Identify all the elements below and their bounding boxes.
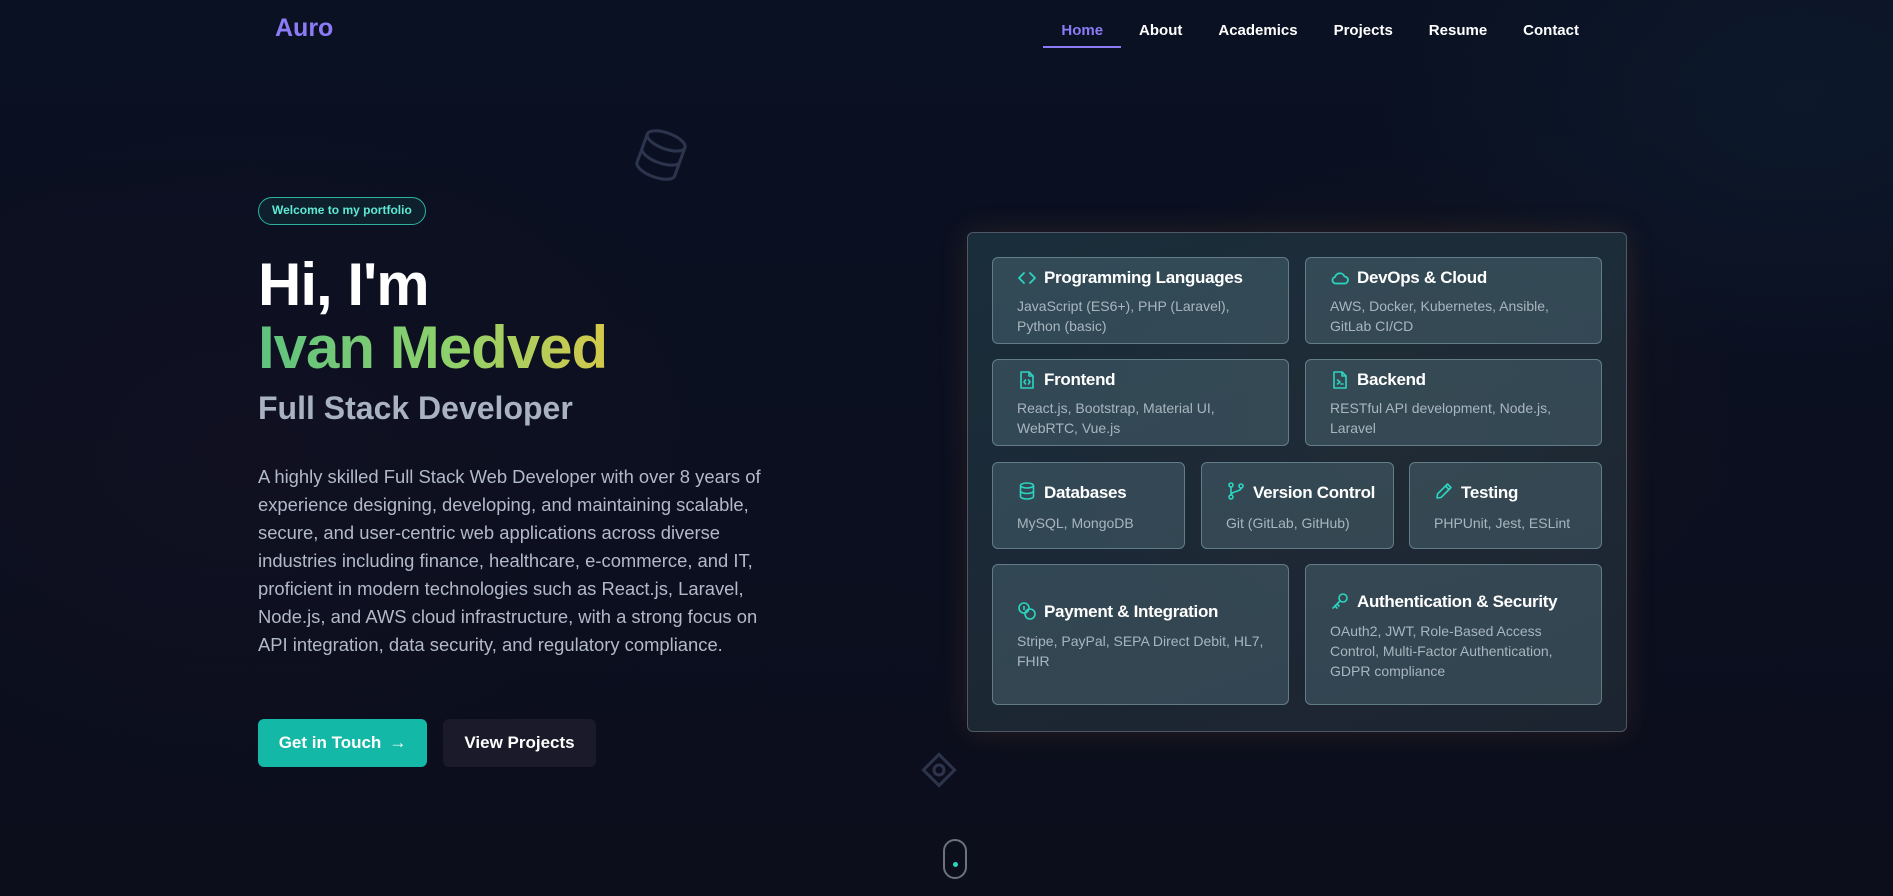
database-icon: [1019, 482, 1035, 500]
nav-link-academics[interactable]: Academics: [1200, 22, 1315, 48]
skill-title: Backend: [1357, 370, 1426, 389]
get-in-touch-button[interactable]: Get in Touch →: [258, 719, 427, 767]
floating-chip-icon: [921, 752, 957, 788]
skill-card-frontend: Frontend React.js, Bootstrap, Material U…: [992, 359, 1289, 446]
floating-database-icon: [635, 129, 687, 181]
code-icon: [1018, 272, 1036, 284]
nav-link-home[interactable]: Home: [1043, 22, 1121, 48]
skill-text: Git (GitLab, GitHub): [1226, 515, 1350, 531]
scroll-dot: [953, 862, 958, 867]
arrow-right-icon: →: [389, 733, 407, 752]
skill-card-devops-cloud: DevOps & Cloud AWS, Docker, Kubernetes, …: [1305, 257, 1602, 344]
skill-title: Version Control: [1253, 483, 1376, 502]
skill-card-authentication-security: Authentication & Security OAuth2, JWT, R…: [1305, 564, 1602, 705]
key-icon: [1332, 593, 1348, 609]
skill-title: Testing: [1461, 483, 1519, 502]
site-logo[interactable]: Auro: [275, 14, 333, 43]
view-projects-button[interactable]: View Projects: [443, 719, 596, 767]
welcome-badge: Welcome to my portfolio: [258, 197, 426, 225]
skill-text: PHPUnit, Jest, ESLint: [1434, 515, 1571, 531]
nav-link-about[interactable]: About: [1121, 22, 1200, 48]
skill-text: MySQL, MongoDB: [1017, 515, 1134, 531]
skill-card-version-control: Version Control Git (GitLab, GitHub): [1201, 462, 1394, 549]
skill-text: OAuth2, JWT, Role-Based Access Control, …: [1330, 623, 1553, 679]
nav-link-resume[interactable]: Resume: [1411, 22, 1505, 48]
skill-title: Payment & Integration: [1044, 602, 1219, 621]
skill-card-databases: Databases MySQL, MongoDB: [992, 462, 1185, 549]
cloud-icon: [1331, 272, 1349, 285]
git-branch-icon: [1228, 482, 1244, 500]
greeting-heading: Hi, I'm: [258, 251, 430, 318]
hero-description: A highly skilled Full Stack Web Develope…: [258, 466, 761, 655]
scroll-indicator[interactable]: [943, 839, 967, 879]
skill-text: React.js, Bootstrap, Material UI, WebRTC…: [1017, 400, 1215, 436]
skill-text: JavaScript (ES6+), PHP (Laravel), Python…: [1017, 298, 1230, 334]
skill-title: Authentication & Security: [1357, 592, 1558, 611]
nav-link-contact[interactable]: Contact: [1505, 22, 1597, 48]
file-code-icon: [1020, 371, 1034, 389]
skill-card-programming-languages: Programming Languages JavaScript (ES6+),…: [992, 257, 1289, 344]
skill-text: RESTful API development, Node.js, Larave…: [1330, 400, 1551, 436]
skill-title: Frontend: [1044, 370, 1116, 389]
skills-panel: Programming Languages JavaScript (ES6+),…: [967, 232, 1627, 732]
skill-text: Stripe, PayPal, SEPA Direct Debit, HL7, …: [1017, 633, 1264, 669]
skill-title: Databases: [1044, 483, 1127, 502]
skill-card-payment-integration: Payment & Integration Stripe, PayPal, SE…: [992, 564, 1289, 705]
nav-links: Home About Academics Projects Resume Con…: [1043, 22, 1597, 48]
top-nav: Auro Home About Academics Projects Resum…: [0, 0, 1893, 62]
role-subtitle: Full Stack Developer: [258, 390, 573, 426]
get-in-touch-label: Get in Touch: [278, 733, 382, 752]
name-heading: Ivan Medved: [258, 312, 608, 384]
nav-link-projects[interactable]: Projects: [1316, 22, 1411, 48]
coins-icon: [1018, 602, 1036, 620]
pencil-icon: [1436, 483, 1452, 499]
skill-card-backend: Backend RESTful API development, Node.js…: [1305, 359, 1602, 446]
skill-text: AWS, Docker, Kubernetes, Ansible, GitLab…: [1330, 298, 1549, 334]
skill-card-testing: Testing PHPUnit, Jest, ESLint: [1409, 462, 1602, 549]
file-terminal-icon: [1333, 371, 1347, 389]
skill-title: Programming Languages: [1044, 268, 1243, 287]
skill-title: DevOps & Cloud: [1357, 268, 1487, 287]
